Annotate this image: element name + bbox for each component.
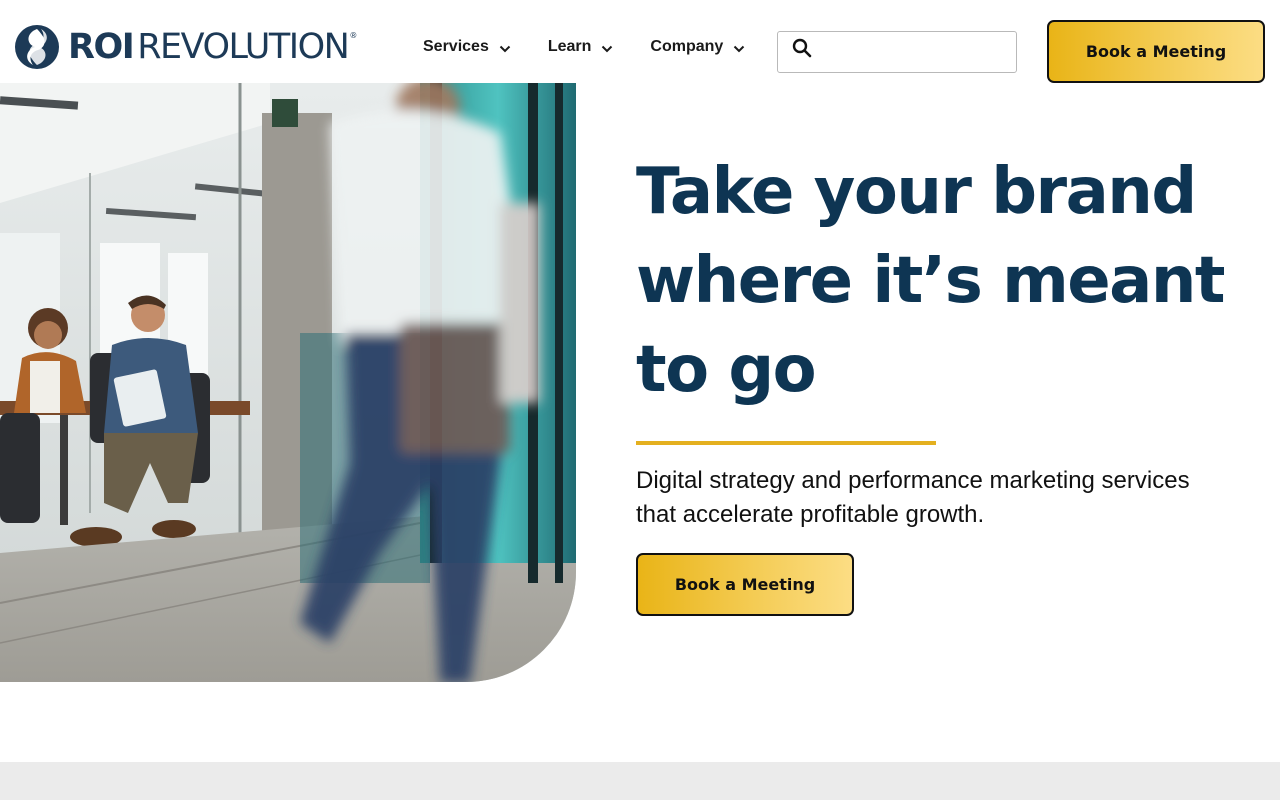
nav-company[interactable]: Company [650,38,745,56]
nav-learn[interactable]: Learn [548,38,614,56]
office-scene-image [0,83,576,682]
nav-learn-label: Learn [547,38,592,55]
next-section-band [0,762,1280,800]
registered-mark: ® [349,30,358,40]
chevron-down-icon [499,45,511,52]
hero-divider [636,441,936,445]
brand-wordmark: ROI REVOLUTION ® [68,26,358,67]
hero-title-line-1: Take your brand [636,155,1197,229]
brand-logo[interactable]: ROI REVOLUTION ® [14,24,357,70]
chevron-down-icon [734,45,745,52]
nav-company-label: Company [650,38,724,55]
book-meeting-header-button[interactable]: Book a Meeting [1047,20,1265,83]
hero-title-line-2: where it’s meant [636,244,1226,318]
hero-image [0,83,576,682]
brand-name-bold: ROI [68,26,135,67]
nav-services-label: Services [423,38,489,55]
logo-mark-icon [15,25,59,69]
site-header: ROI REVOLUTION ® Services Learn Company … [0,0,1280,83]
nav-services[interactable]: Services [423,38,511,56]
search-box[interactable] [777,31,1017,73]
search-input[interactable] [822,40,1002,64]
hero-subtitle: Digital strategy and performance marketi… [636,467,1190,528]
book-meeting-hero-button[interactable]: Book a Meeting [636,553,854,616]
hero-title-line-3: to go [636,333,817,407]
brand-name-regular: REVOLUTION [137,26,350,67]
main-nav: Services Learn Company [423,38,782,56]
chevron-down-icon [602,45,613,52]
search-icon[interactable] [792,38,812,58]
hero-title: Take your brand where it’s meant to go [636,148,1236,415]
